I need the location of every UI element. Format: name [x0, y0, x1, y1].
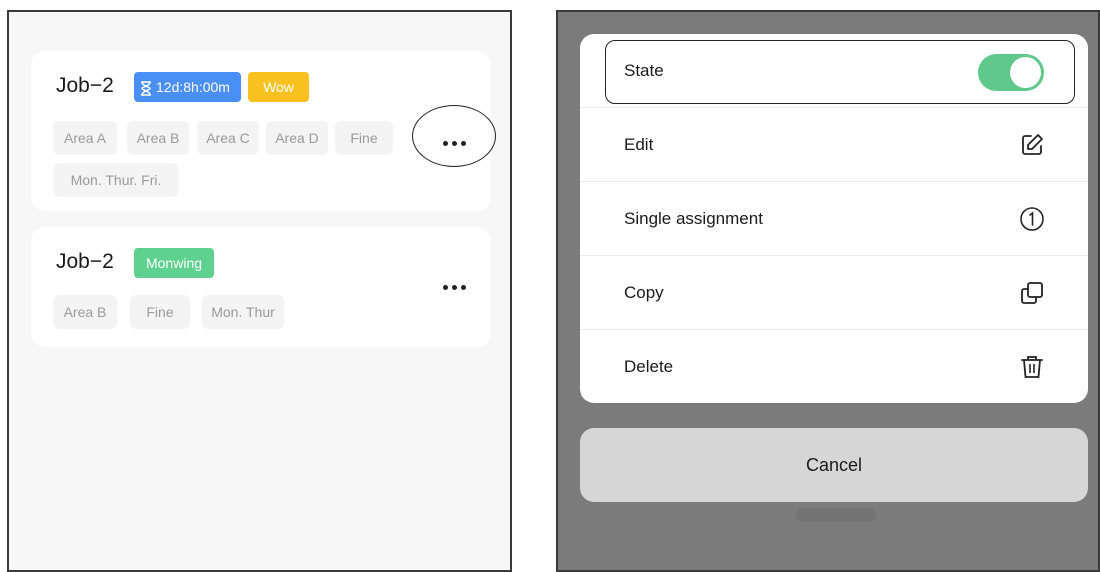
- status-badge: Monwing: [134, 248, 214, 278]
- tag: Area B: [127, 121, 189, 155]
- tag: Fine: [335, 121, 393, 155]
- timer-badge: 12d:8h:00m: [134, 72, 241, 102]
- tag: Area B: [53, 295, 117, 329]
- action-sheet-overlay: State Edit Single assignment Copy Delete…: [556, 10, 1100, 572]
- tag: Area D: [266, 121, 328, 155]
- state-toggle[interactable]: [978, 54, 1044, 91]
- job-card[interactable]: Job−2 Monwing Area B Fine Mon. Thur: [31, 227, 491, 347]
- state-label: State: [624, 60, 664, 80]
- action-sheet: State Edit Single assignment Copy Delete: [580, 34, 1088, 403]
- tag: Area C: [197, 121, 259, 155]
- edit-pencil-icon: [1022, 133, 1043, 155]
- copy-label: Copy: [624, 282, 664, 302]
- state-row: State: [580, 34, 1088, 108]
- single-assignment-label: Single assignment: [624, 208, 763, 228]
- tag: Mon. Thur: [202, 295, 284, 329]
- edit-menu-item[interactable]: Edit: [580, 108, 1088, 182]
- circled-one-icon: [1020, 206, 1044, 231]
- more-dots-icon[interactable]: [436, 277, 472, 297]
- toggle-knob: [1010, 57, 1041, 88]
- job-card[interactable]: Job−2 12d:8h:00m Wow Area A Area B Area …: [31, 51, 491, 211]
- timer-value: 12d:8h:00m: [156, 79, 230, 95]
- delete-menu-item[interactable]: Delete: [580, 330, 1088, 404]
- background-text-blur: [796, 508, 876, 522]
- hourglass-icon: [141, 81, 151, 96]
- more-dots-icon[interactable]: [436, 133, 472, 153]
- copy-menu-item[interactable]: Copy: [580, 256, 1088, 330]
- status-badge: Wow: [248, 72, 309, 102]
- job-list-panel: Job−2 12d:8h:00m Wow Area A Area B Area …: [7, 10, 512, 572]
- copy-icon: [1021, 281, 1043, 304]
- job-title: Job−2: [56, 74, 114, 97]
- single-assignment-menu-item[interactable]: Single assignment: [580, 182, 1088, 256]
- trash-icon: [1021, 356, 1043, 378]
- edit-label: Edit: [624, 134, 654, 154]
- tag: Mon. Thur. Fri.: [53, 163, 179, 197]
- tag: Fine: [130, 295, 190, 329]
- delete-label: Delete: [624, 357, 674, 376]
- tag: Area A: [53, 121, 117, 155]
- cancel-button[interactable]: Cancel: [580, 428, 1088, 502]
- job-title: Job−2: [56, 250, 114, 273]
